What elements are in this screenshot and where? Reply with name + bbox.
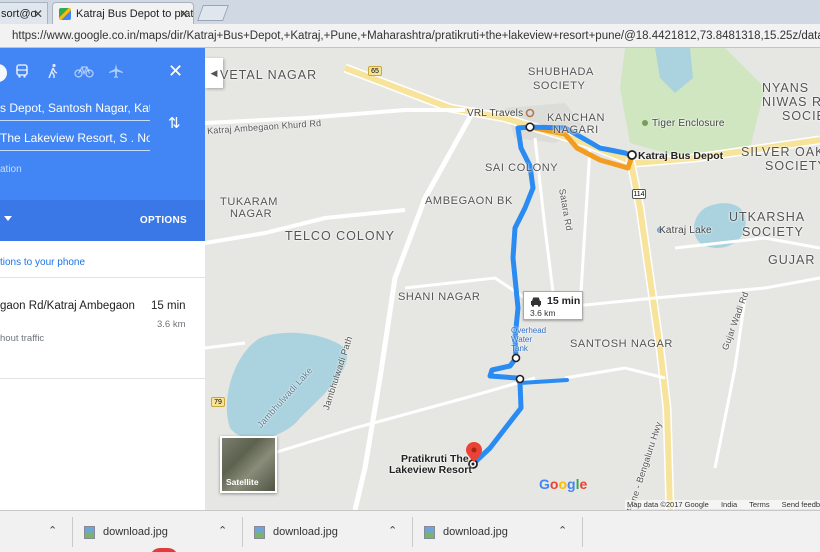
area-label: GUJAR — [768, 253, 816, 267]
eta-callout[interactable]: 15 min 3.6 km — [523, 291, 583, 320]
bus-mode-icon[interactable] — [12, 63, 32, 81]
chevron-up-icon[interactable]: ⌃ — [388, 524, 397, 537]
google-maps-favicon-icon — [59, 7, 71, 20]
place-label[interactable]: Overhead Water Tank — [511, 326, 547, 353]
add-destination-hint[interactable]: ation — [0, 164, 22, 175]
chevron-up-icon[interactable]: ⌃ — [558, 524, 567, 537]
image-file-icon — [84, 525, 95, 539]
download-item[interactable]: download.jpg ⌃ — [84, 518, 234, 546]
place-label[interactable]: VRL Travels — [467, 108, 523, 119]
tab-active[interactable]: Katraj Bus Depot to prati ✕ — [52, 2, 194, 24]
area-label: SOCIETY — [742, 225, 804, 239]
map-data-credit: Map data ©2017 Google — [627, 500, 709, 509]
bicycle-mode-icon[interactable] — [74, 63, 94, 81]
area-label: SOCIETY — [765, 159, 820, 173]
tab-inactive-label: sort@o — [1, 7, 37, 20]
area-label: SOCIETY — [533, 80, 586, 92]
options-bar: OPTIONS — [0, 200, 205, 241]
area-label: SHANI NAGAR — [398, 291, 481, 303]
car-mode-icon[interactable] — [0, 63, 12, 82]
highway-shield: 79 — [211, 397, 225, 407]
area-label: NIWAS R — [762, 95, 820, 109]
chevron-up-icon[interactable]: ⌃ — [218, 524, 227, 537]
area-label: SHUBHADA — [528, 66, 594, 78]
eta-distance: 3.6 km — [530, 308, 556, 318]
region-link[interactable]: India — [721, 500, 737, 509]
tab-active-label: Katraj Bus Depot to prati — [76, 7, 194, 20]
area-label: AMBEGAON BK — [425, 195, 513, 207]
satellite-toggle[interactable]: Satellite — [220, 436, 277, 493]
area-label: SOCIE — [782, 109, 820, 123]
divider — [72, 517, 73, 547]
divider — [582, 517, 583, 547]
walk-mode-icon[interactable] — [43, 63, 63, 81]
destination-label[interactable]: Lakeview Resort — [389, 464, 472, 476]
route-time: 15 min — [151, 300, 186, 312]
area-label: SAI COLONY — [485, 162, 559, 174]
chevron-down-icon[interactable] — [4, 216, 12, 221]
download-item[interactable]: download.jpg ⌃ — [424, 518, 574, 546]
area-label: VETAL NAGAR — [220, 68, 318, 82]
satellite-label: Satellite — [226, 477, 259, 487]
highway-shield: 114 — [632, 189, 646, 199]
swap-directions-icon[interactable]: ⇅ — [168, 114, 181, 132]
area-label: TUKARAM — [220, 196, 278, 208]
place-label[interactable]: Katraj Lake — [659, 225, 712, 236]
download-filename: download.jpg — [273, 526, 338, 538]
origin-label[interactable]: Katraj Bus Depot — [638, 150, 723, 162]
area-label: UTKARSHA — [729, 210, 806, 224]
image-file-icon — [424, 525, 435, 539]
area-label: SILVER OAK — [741, 145, 820, 159]
directions-panel: ✕ s Depot, Santosh Nagar, Katraj, The La… — [0, 48, 205, 510]
close-directions-icon[interactable]: ✕ — [168, 61, 183, 82]
url-text[interactable]: https://www.google.co.in/maps/dir/Katraj… — [12, 30, 820, 42]
tab-inactive[interactable]: sort@o ✕ — [0, 2, 48, 24]
route-name: gaon Rd/Katraj Ambegaon — [0, 300, 135, 312]
divider — [0, 277, 205, 278]
close-icon[interactable]: ✕ — [179, 7, 189, 21]
send-feedback-link[interactable]: Send feedback — [782, 500, 820, 509]
address-bar[interactable]: cure https://www.google.co.in/maps/dir/K… — [0, 24, 820, 48]
divider — [412, 517, 413, 547]
map-footer: Map data ©2017 Google India Terms Send f… — [625, 500, 820, 509]
origin-input[interactable]: s Depot, Santosh Nagar, Katraj, — [0, 101, 150, 121]
directions-header: ✕ s Depot, Santosh Nagar, Katraj, The La… — [0, 48, 205, 241]
download-filename: download.jpg — [443, 526, 508, 538]
area-label: NAGARI — [553, 124, 599, 136]
highway-shield: 65 — [368, 66, 382, 76]
tab-strip: sort@o ✕ Katraj Bus Depot to prati ✕ — [0, 0, 820, 24]
place-label[interactable]: Tiger Enclosure — [652, 118, 725, 129]
divider — [242, 517, 243, 547]
secure-label: cure — [0, 29, 2, 43]
area-label: NAGAR — [230, 208, 273, 220]
area-label: TELCO COLONY — [285, 229, 395, 243]
terms-link[interactable]: Terms — [749, 500, 769, 509]
options-button[interactable]: OPTIONS — [140, 215, 187, 226]
area-label: NYANS — [762, 81, 810, 95]
destination-input[interactable]: The Lakeview Resort, S . No 47 — [0, 131, 150, 151]
map-canvas[interactable]: ◀ VETAL NAGAR SHUBHADA SOCIETY NYANS NIW… — [205, 48, 820, 510]
download-item[interactable]: download.jpg ⌃ — [254, 518, 404, 546]
download-filename: download.jpg — [103, 526, 168, 538]
area-label: KANCHAN — [547, 112, 605, 124]
flight-mode-icon[interactable] — [106, 63, 126, 81]
downloads-bar: ⌃ download.jpg ⌃ download.jpg ⌃ download… — [0, 510, 820, 552]
eta-time: 15 min — [547, 295, 581, 307]
image-file-icon — [254, 525, 265, 539]
send-to-phone-link[interactable]: tions to your phone — [0, 257, 85, 268]
close-icon[interactable]: ✕ — [33, 7, 43, 21]
new-tab-button[interactable] — [197, 5, 229, 21]
route-distance: 3.6 km — [157, 319, 186, 330]
divider — [0, 378, 205, 379]
chevron-up-icon[interactable]: ⌃ — [48, 524, 57, 537]
route-traffic-note: hout traffic — [0, 333, 45, 344]
google-logo: Google — [539, 476, 588, 492]
area-label: SANTOSH NAGAR — [570, 338, 673, 350]
